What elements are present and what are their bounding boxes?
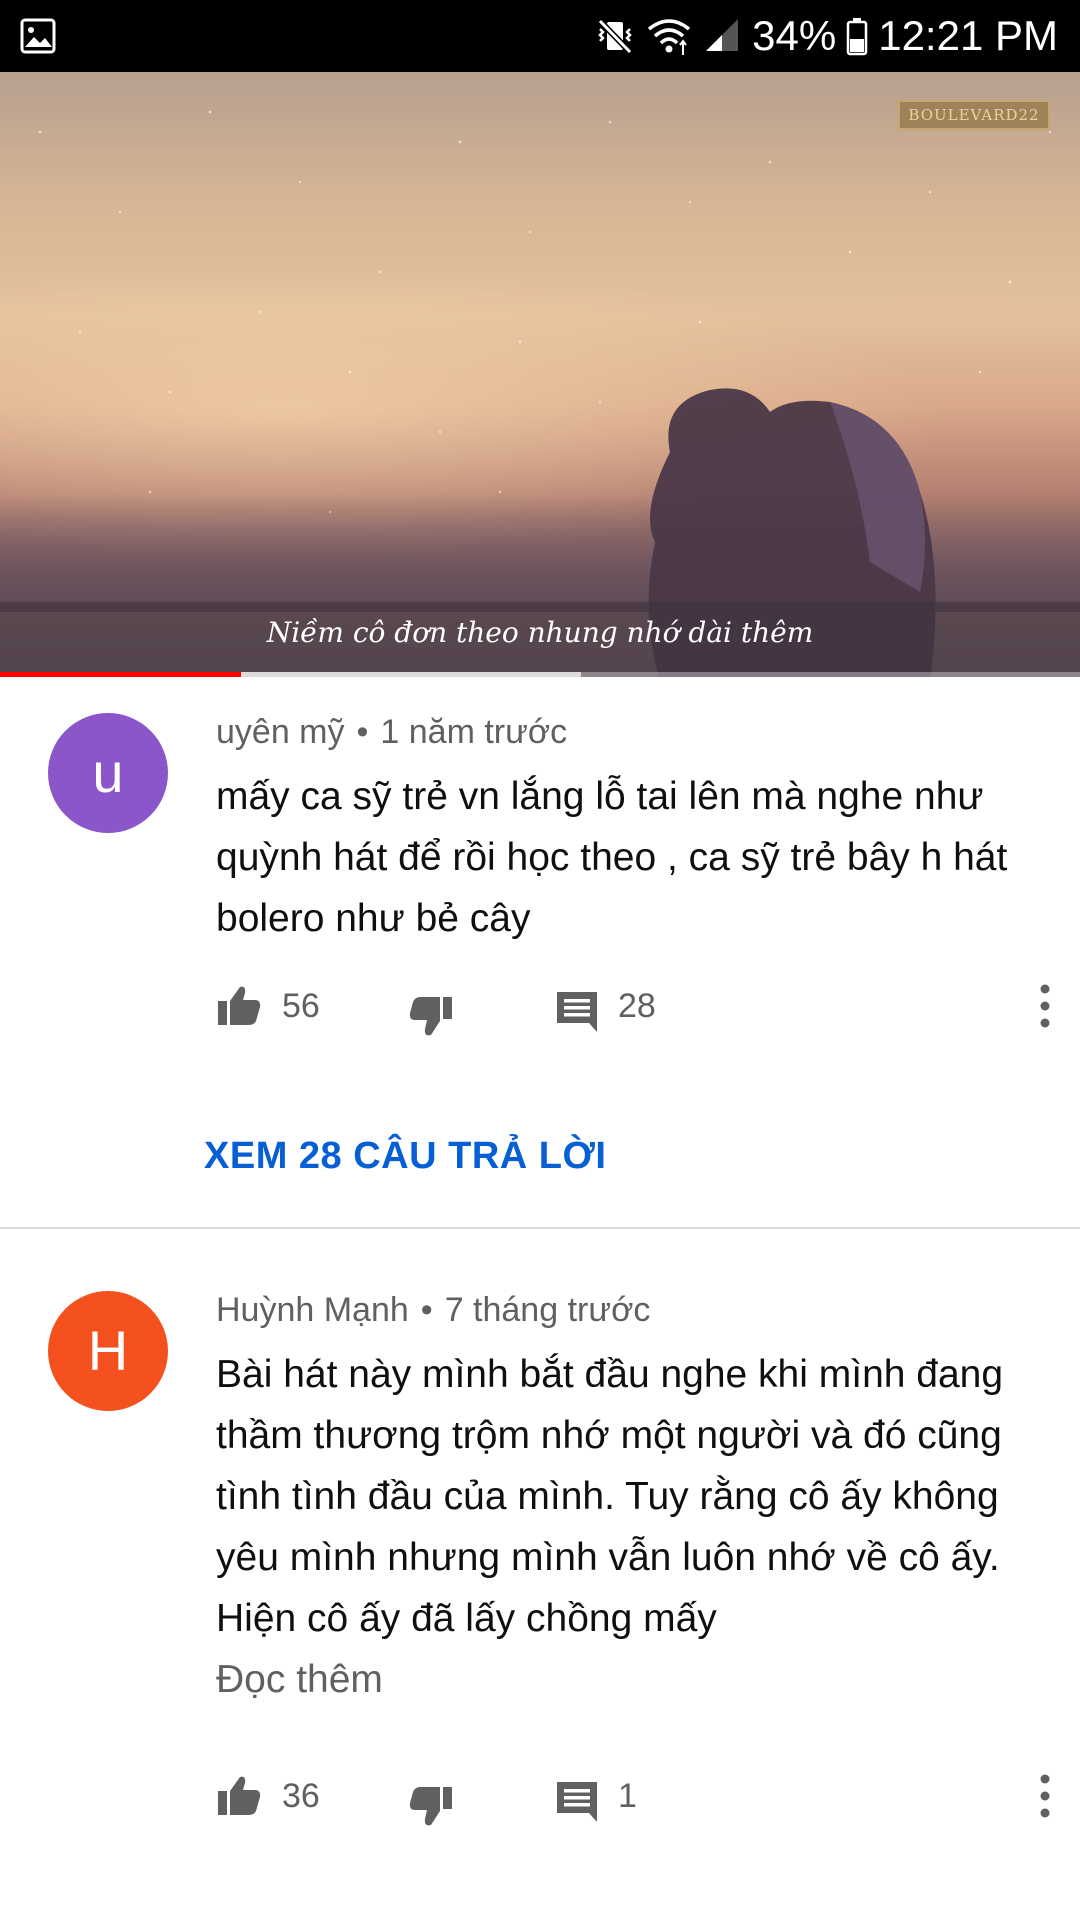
wifi-icon	[648, 19, 691, 55]
comment-item: H Huỳnh Mạnh • 7 tháng trước Bài hát này m…	[0, 1229, 1080, 1920]
comment-author[interactable]: Huỳnh Mạnh	[216, 1291, 409, 1329]
signal-icon	[706, 19, 739, 51]
vibrate-mute-icon	[598, 18, 633, 55]
like-count: 36	[282, 1777, 320, 1815]
more-options-icon[interactable]	[1038, 1773, 1052, 1819]
comment-time: 1 năm trước	[380, 713, 568, 751]
like-icon[interactable]	[216, 1773, 262, 1819]
battery-icon	[846, 18, 868, 56]
avatar-letter: H	[87, 1319, 129, 1382]
avatar-letter: u	[92, 741, 124, 804]
read-more-link[interactable]: Đọc thêm	[216, 1649, 1046, 1710]
video-player[interactable]: BOULEVARD22 Niềm cô đơn theo nhung nhớ d…	[0, 72, 1080, 677]
clock: 12:21 PM	[878, 12, 1058, 59]
dislike-icon[interactable]	[408, 1783, 454, 1829]
like-count: 56	[282, 987, 320, 1025]
meta-separator: •	[420, 1291, 433, 1329]
more-options-icon[interactable]	[1038, 983, 1052, 1029]
comment-body: Bài hát này mình bắt đầu nghe khi mình đ…	[216, 1353, 1004, 1640]
comment-time: 7 tháng trước	[444, 1291, 651, 1329]
comment-actions: 56 28	[216, 983, 1056, 1043]
comment-meta: Huỳnh Mạnh • 7 tháng trước	[216, 1291, 650, 1330]
video-subtitle: Niềm cô đơn theo nhung nhớ dài thêm	[266, 616, 814, 649]
reply-icon[interactable]	[554, 1779, 600, 1825]
gallery-icon	[20, 18, 56, 54]
comment-item: u uyên mỹ • 1 năm trước mấy ca sỹ trẻ vn l…	[0, 677, 1080, 1227]
dislike-icon[interactable]	[408, 993, 454, 1039]
comment-body: mấy ca sỹ trẻ vn lắng lỗ tai lên mà nghe…	[216, 775, 1008, 940]
reply-count: 1	[618, 1777, 637, 1815]
battery-percentage: 34%	[752, 12, 837, 59]
comment-actions: 36 1	[216, 1773, 1056, 1833]
comment-text: Bài hát này mình bắt đầu nghe khi mình đ…	[216, 1344, 1046, 1710]
avatar[interactable]: u	[48, 713, 168, 833]
meta-separator: •	[356, 713, 369, 751]
comment-meta: uyên mỹ • 1 năm trước	[216, 713, 567, 752]
channel-watermark: BOULEVARD22	[898, 100, 1050, 130]
comment-text: mấy ca sỹ trẻ vn lắng lỗ tai lên mà nghe…	[216, 766, 1046, 949]
status-bar: 34% 12:21 PM	[0, 0, 1080, 72]
status-indicators: 34% 12:21 PM	[594, 0, 1058, 72]
comment-author[interactable]: uyên mỹ	[216, 713, 345, 751]
avatar[interactable]: H	[48, 1291, 168, 1411]
view-replies-link[interactable]: XEM 28 CÂU TRẢ LỜI	[204, 1135, 606, 1178]
like-icon[interactable]	[216, 983, 262, 1029]
reply-icon[interactable]	[554, 989, 600, 1035]
reply-count: 28	[618, 987, 656, 1025]
